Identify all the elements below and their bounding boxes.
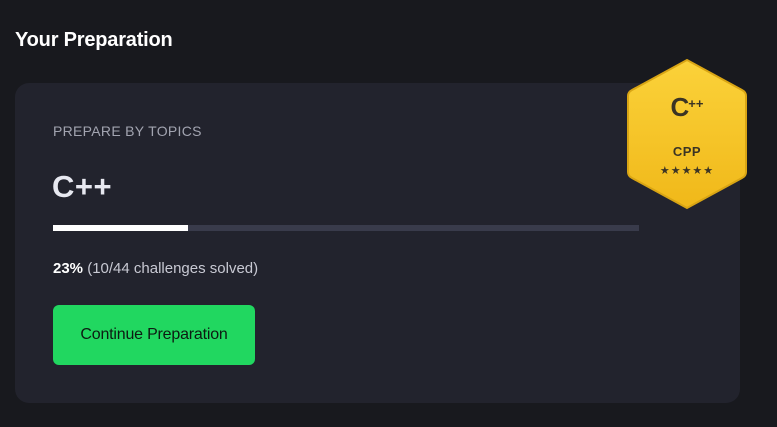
progress-detail: (10/44 challenges solved): [87, 260, 259, 277]
page: Your Preparation PREPARE BY TOPICS C++ 2…: [0, 0, 777, 427]
progress-percent: 23%: [53, 260, 84, 277]
badge-hexagon-shape: [627, 58, 747, 210]
cpp-logo-icon: C++: [670, 92, 704, 122]
topic-title: C++: [52, 169, 113, 204]
progress-summary: 23% (10/44 challenges solved): [53, 260, 258, 277]
continue-preparation-button[interactable]: Continue Preparation: [53, 305, 255, 365]
section-title: Your Preparation: [15, 29, 173, 51]
progress-bar-fill: [53, 225, 188, 231]
prepare-by-topics-label: PREPARE BY TOPICS: [53, 123, 202, 139]
badge-label: CPP: [672, 144, 702, 159]
progress-bar: [53, 225, 639, 231]
badge-stars-icon: ★★★★★: [659, 165, 715, 177]
cpp-badge-icon[interactable]: C++ CPP ★★★★★: [626, 58, 748, 210]
